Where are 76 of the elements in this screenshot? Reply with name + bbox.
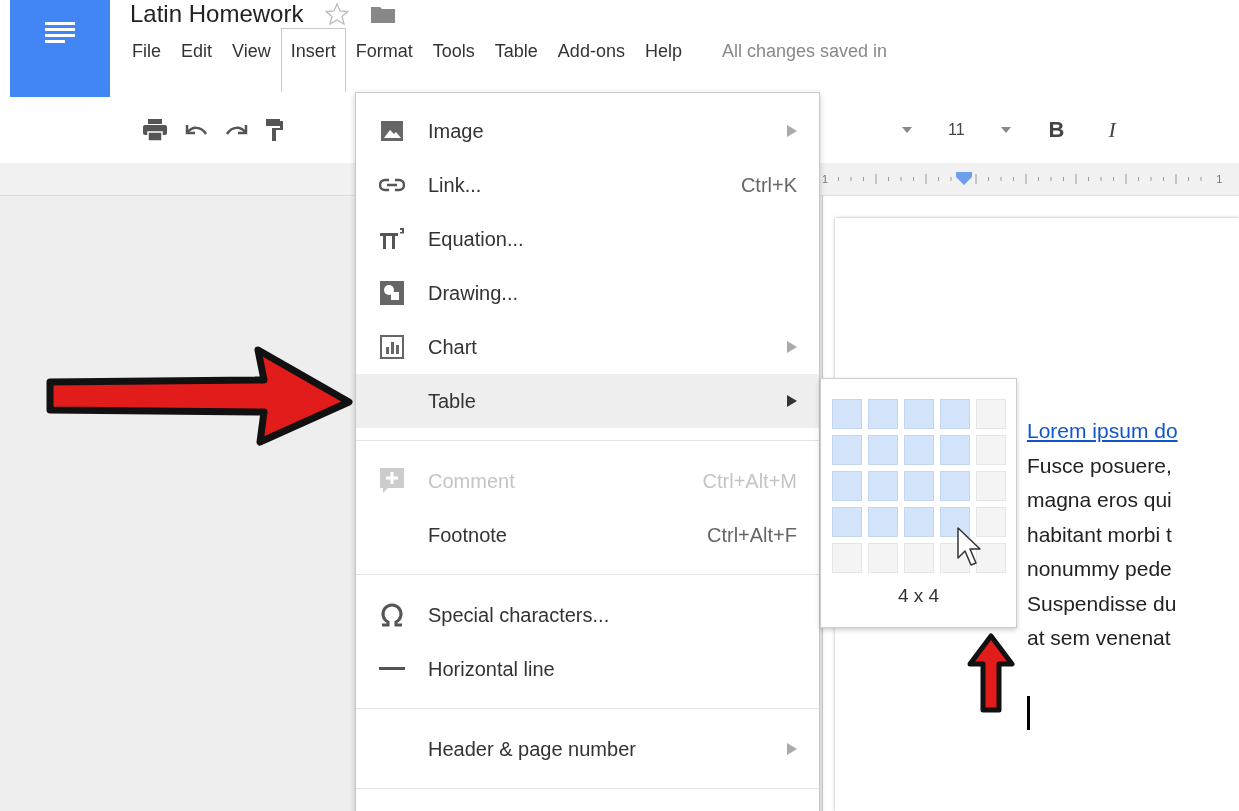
grid-cell[interactable]: [831, 507, 862, 537]
menu-item[interactable]: Image: [356, 104, 819, 158]
menu-tab[interactable]: Edit: [171, 28, 223, 92]
grid-cell[interactable]: [831, 543, 862, 573]
grid-cell[interactable]: [975, 435, 1006, 465]
grid-cell[interactable]: [867, 471, 898, 501]
grid-cell[interactable]: [903, 471, 934, 501]
grid-cell[interactable]: [867, 507, 898, 537]
link-icon: [379, 178, 405, 192]
menu-tab[interactable]: Add-ons: [547, 28, 635, 92]
font-size-field[interactable]: 11: [948, 121, 965, 139]
menu-tab[interactable]: File: [122, 28, 171, 92]
grid-cell[interactable]: [903, 507, 934, 537]
document-link[interactable]: Lorem ipsum do: [1027, 414, 1239, 449]
menu-tab[interactable]: Tools: [422, 28, 485, 92]
print-icon[interactable]: [143, 119, 167, 141]
mouse-pointer-icon: [957, 527, 981, 566]
docs-logo[interactable]: [10, 0, 110, 97]
dropdown-caret-icon: [902, 127, 912, 133]
text-cursor: [1027, 695, 1030, 730]
dropdown-caret-icon: [1000, 127, 1011, 133]
table-size-label: 4 x 4: [897, 585, 940, 607]
grid-cell[interactable]: [831, 435, 862, 465]
grid-cell[interactable]: [975, 507, 1006, 537]
ruler-number: 1: [822, 173, 829, 185]
grid-cell[interactable]: [975, 399, 1006, 429]
grid-cell[interactable]: [831, 399, 862, 429]
menu-item[interactable]: Special characters...: [356, 588, 819, 642]
document-text-line: Fusce posuere,: [1027, 452, 1173, 479]
document-lines-icon: [45, 22, 75, 44]
menu-tab[interactable]: View: [222, 28, 281, 92]
document-text-line: Suspendisse du: [1027, 590, 1178, 617]
italic-button[interactable]: I: [1108, 117, 1116, 143]
grid-cell[interactable]: [939, 471, 970, 501]
grid-cell[interactable]: [903, 399, 934, 429]
folder-icon[interactable]: [371, 5, 396, 23]
menu-item[interactable]: Table: [356, 374, 819, 428]
omega-icon: [379, 603, 405, 627]
add-comment-icon: [380, 468, 404, 494]
grid-cell[interactable]: [831, 471, 862, 501]
grid-cell[interactable]: [867, 435, 898, 465]
menu-item[interactable]: Header & page number: [356, 722, 819, 776]
menu-item[interactable]: Horizontal line: [356, 642, 819, 696]
bold-button[interactable]: B: [1048, 117, 1065, 143]
document-title[interactable]: Latin Homework: [130, 0, 304, 28]
menu-item[interactable]: Chart: [356, 320, 819, 374]
menu-item[interactable]: Equation...: [356, 212, 819, 266]
grid-cell[interactable]: [939, 399, 970, 429]
pi-icon: [378, 227, 406, 251]
bar-chart-icon: [380, 335, 404, 359]
paint-format-icon[interactable]: [266, 119, 284, 141]
save-status: All changes saved in: [720, 40, 888, 63]
menu-item[interactable]: Footnote Ctrl+Alt+F: [356, 508, 819, 562]
menu-tab[interactable]: Format: [345, 28, 423, 92]
document-text-line: nonummy pede: [1027, 556, 1173, 582]
menu-item[interactable]: Link... Ctrl+K: [356, 158, 819, 212]
grid-cell[interactable]: [903, 435, 934, 465]
horizontal-line-icon: [379, 667, 405, 671]
image-icon: [380, 120, 404, 142]
menu-tab[interactable]: Insert: [280, 28, 346, 92]
drawing-icon: [380, 281, 404, 305]
grid-cell[interactable]: [867, 399, 898, 429]
document-text-line: at sem venenat: [1027, 625, 1172, 651]
ruler-number: 1: [1216, 173, 1223, 185]
grid-cell[interactable]: [975, 471, 1006, 501]
menu-item[interactable]: Drawing...: [356, 266, 819, 320]
grid-cell[interactable]: [939, 507, 970, 537]
document-text-line: habitant morbi t: [1027, 521, 1173, 548]
star-icon[interactable]: [325, 3, 350, 25]
grid-cell[interactable]: [939, 435, 970, 465]
menu-tab[interactable]: Table: [484, 28, 548, 92]
menu-tab[interactable]: Help: [634, 28, 692, 92]
grid-cell[interactable]: [975, 543, 1006, 573]
document-text-line: magna eros qui: [1027, 487, 1173, 513]
grid-cell[interactable]: [867, 543, 898, 573]
grid-cell[interactable]: [903, 543, 934, 573]
